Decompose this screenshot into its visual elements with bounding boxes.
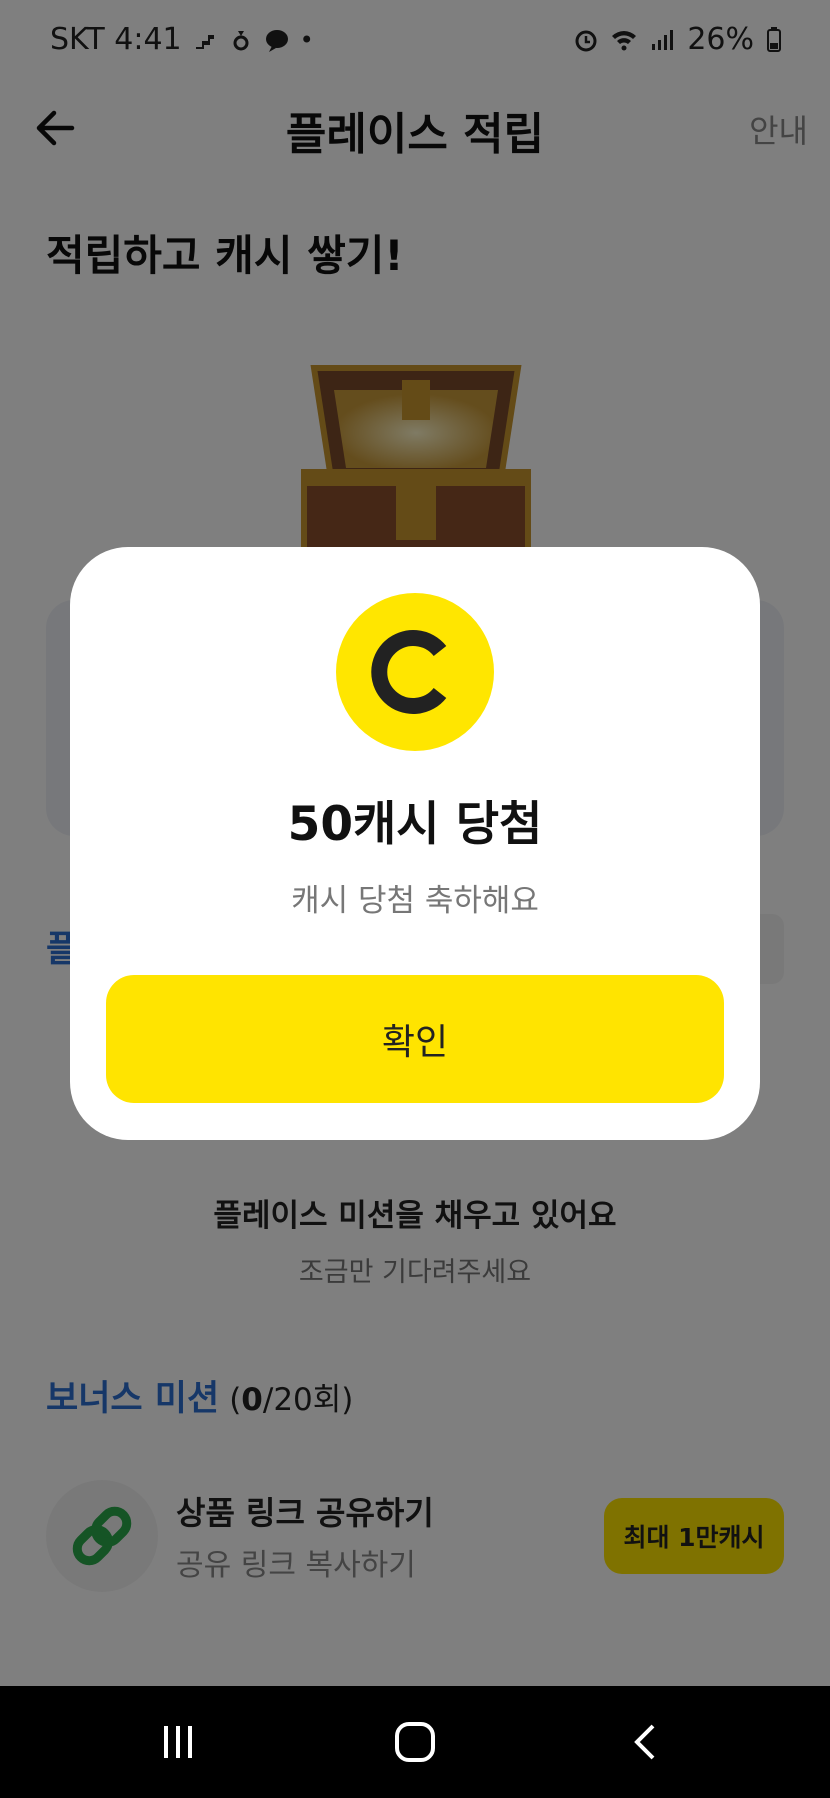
- dialog-subtitle: 캐시 당첨 축하해요: [291, 883, 539, 919]
- dialog-title: 50캐시 당첨: [287, 797, 543, 852]
- back-button[interactable]: [575, 1686, 715, 1798]
- home-icon: [395, 1722, 435, 1762]
- coin-c-glyph: [371, 630, 447, 714]
- recent-apps-icon: [164, 1726, 192, 1758]
- home-button[interactable]: [345, 1686, 485, 1798]
- system-nav-bar: [0, 1686, 830, 1798]
- cash-win-dialog: 50캐시 당첨 캐시 당첨 축하해요 확인: [70, 547, 760, 1140]
- cash-coin-icon: [336, 593, 494, 751]
- nav-back-icon: [634, 1724, 655, 1760]
- confirm-button[interactable]: 확인: [106, 975, 724, 1103]
- recent-apps-button[interactable]: [108, 1686, 248, 1798]
